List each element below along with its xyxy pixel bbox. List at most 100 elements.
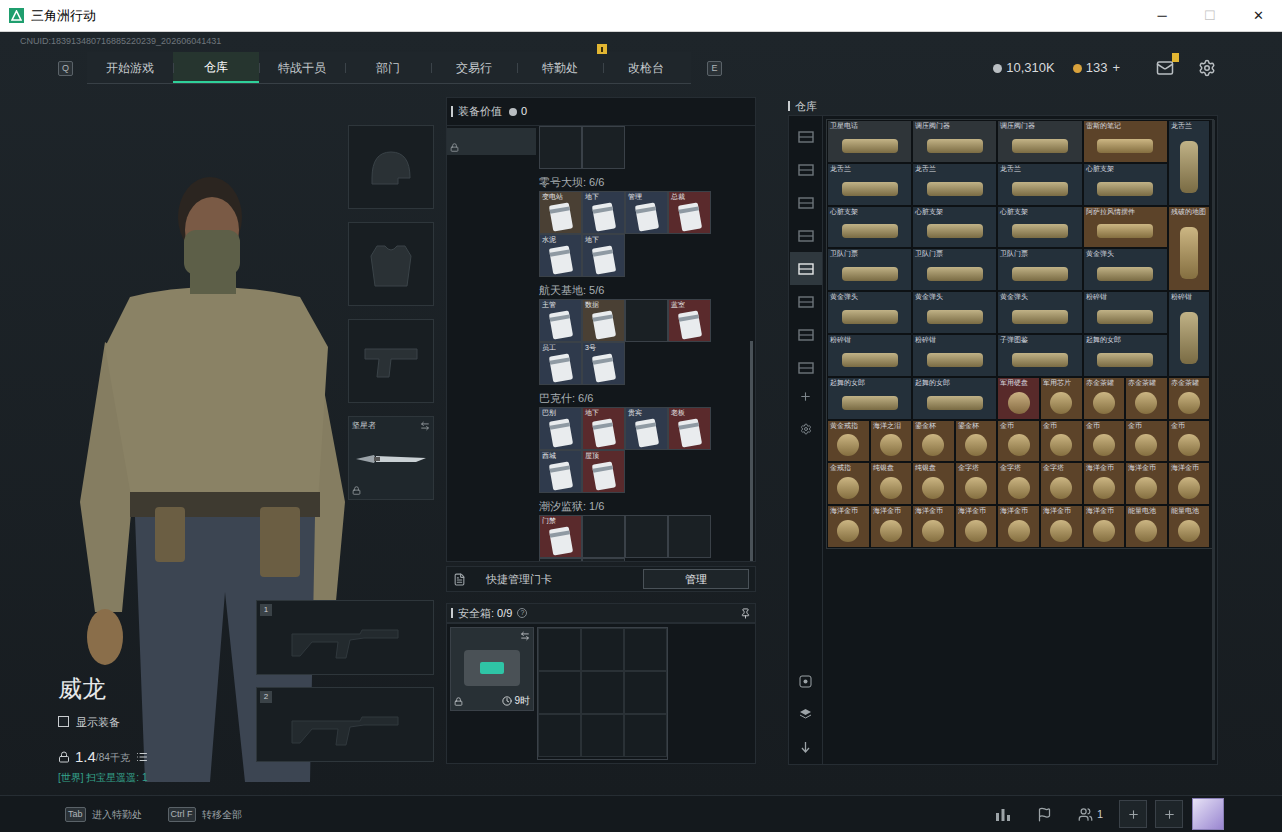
warehouse-item[interactable]: 黄金弹头 [997, 291, 1082, 334]
warehouse-item[interactable]: 心脏支架 [1083, 163, 1168, 206]
warehouse-item[interactable]: 海洋金币 [870, 505, 913, 548]
safebox-slot[interactable] [538, 628, 581, 671]
nav-tab[interactable]: 部门 [345, 52, 431, 83]
nav-tab[interactable]: 开始游戏 [87, 52, 173, 83]
transfer-icon[interactable] [799, 741, 812, 754]
warehouse-item[interactable]: 黄金弹头 [1083, 248, 1168, 291]
warehouse-tab[interactable] [790, 186, 822, 219]
keycard-slot[interactable] [539, 558, 582, 561]
equipment-slot[interactable] [348, 222, 434, 306]
warehouse-item[interactable]: 雷斯的笔记 [1083, 120, 1168, 163]
invite-slot[interactable] [1155, 800, 1183, 828]
invite-slot[interactable] [1119, 800, 1147, 828]
sort-icon[interactable] [799, 675, 812, 688]
warehouse-item[interactable]: 鎏金杯 [955, 420, 998, 463]
warehouse-item[interactable]: 金币 [1125, 420, 1168, 463]
safebox-slot[interactable] [581, 628, 624, 671]
keycard-slot[interactable]: 老板 [668, 407, 711, 450]
keycard-slot[interactable]: 主管 [539, 299, 582, 342]
warehouse-item[interactable]: 金字塔 [1040, 462, 1083, 505]
warehouse-item[interactable]: 能量电池 [1125, 505, 1168, 548]
window-control[interactable]: ☐ [1186, 0, 1234, 31]
warehouse-item[interactable]: 军用硬盘 [997, 377, 1040, 420]
warehouse-item[interactable]: 海洋之泪 [870, 420, 913, 463]
warehouse-item[interactable]: 起舞的女郎 [1083, 334, 1168, 377]
keycard-slot[interactable]: 管理 [625, 191, 668, 234]
warehouse-item[interactable]: 海洋金币 [1168, 462, 1211, 505]
warehouse-item[interactable]: 起舞的女郎 [912, 377, 997, 420]
pin-icon[interactable] [740, 608, 751, 619]
keycard-slot[interactable]: 地下 [582, 407, 625, 450]
warehouse-item[interactable]: 海洋金币 [1083, 505, 1126, 548]
warehouse-tab[interactable] [790, 285, 822, 318]
weapon-slot[interactable]: 2 [256, 687, 434, 762]
nav-tab[interactable]: 改枪台 [603, 52, 689, 83]
warehouse-item[interactable]: 残破的地图 [1168, 206, 1211, 292]
warehouse-item[interactable]: 龙舌兰 [997, 163, 1082, 206]
keycard-slot[interactable]: 蓝室 [668, 299, 711, 342]
show-equipment-checkbox[interactable]: 显示装备 [58, 714, 256, 731]
keycard-slot[interactable] [582, 515, 625, 558]
warehouse-scrollbar[interactable] [1212, 120, 1215, 760]
safebox-slot[interactable] [581, 714, 624, 757]
layers-icon[interactable] [799, 708, 812, 721]
warehouse-item[interactable]: 粉碎钳 [1168, 291, 1211, 377]
keycard-slot[interactable]: 巴别 [539, 407, 582, 450]
warehouse-tab[interactable] [790, 219, 822, 252]
equipment-slot[interactable] [348, 319, 434, 403]
safebox-slot[interactable] [538, 671, 581, 714]
weapon-slot[interactable]: 1 [256, 600, 434, 675]
warehouse-item[interactable]: 起舞的女郎 [827, 377, 912, 420]
equipment-slot[interactable] [348, 125, 434, 209]
warehouse-tab[interactable] [790, 252, 822, 285]
safebox-slot[interactable] [624, 628, 667, 671]
warehouse-item[interactable]: 海洋金币 [955, 505, 998, 548]
warehouse-item[interactable]: 金币 [1040, 420, 1083, 463]
nav-tab[interactable]: 仓库 [173, 52, 259, 83]
warehouse-item[interactable]: 卫队门票 [997, 248, 1082, 291]
keycard-list[interactable]: 零号大坝: 6/6变电站地下管理总裁水泥地下航天基地: 5/6主管数据蓝室员工3… [536, 126, 755, 561]
warehouse-item[interactable]: 调压阀门器 [997, 120, 1082, 163]
warehouse-item[interactable]: 心脏支架 [912, 206, 997, 249]
keycard-slot[interactable]: 3号 [582, 342, 625, 385]
keycard-slot[interactable] [582, 558, 625, 561]
warehouse-item[interactable]: 子弹图鉴 [997, 334, 1082, 377]
warehouse-item[interactable]: 黄金戒指 [827, 420, 870, 463]
safebox-slot[interactable] [581, 671, 624, 714]
warehouse-tab[interactable] [790, 318, 822, 351]
keycard-slot[interactable]: 水泥 [539, 234, 582, 277]
settings-icon[interactable] [1198, 59, 1216, 77]
nav-tab[interactable]: 特战干员 [259, 52, 345, 83]
swap-icon[interactable] [420, 421, 430, 431]
list-icon[interactable] [136, 751, 148, 763]
warehouse-item[interactable]: 粉碎钳 [912, 334, 997, 377]
nav-tab[interactable]: 特勤处 [517, 52, 603, 83]
warehouse-item[interactable]: 调压阀门器 [912, 120, 997, 163]
manage-button[interactable]: 管理 [643, 569, 749, 589]
warehouse-tab[interactable] [790, 120, 822, 153]
keycard-slot[interactable]: 地下 [582, 191, 625, 234]
window-control[interactable]: ─ [1138, 0, 1186, 31]
tab-settings-icon[interactable] [800, 423, 812, 435]
key-hint-action[interactable]: Tab进入特勤处 [65, 807, 142, 822]
warehouse-item[interactable]: 粉碎钳 [1083, 291, 1168, 334]
warehouse-item[interactable]: 赤金茶罐 [1083, 377, 1126, 420]
safebox-slot[interactable] [624, 671, 667, 714]
help-button[interactable]: ? [517, 608, 527, 618]
warehouse-item[interactable]: 金字塔 [997, 462, 1040, 505]
currency[interactable]: 133+ [1073, 58, 1120, 78]
warehouse-item[interactable]: 金戒指 [827, 462, 870, 505]
keycard-slot[interactable]: 员工 [539, 342, 582, 385]
warehouse-item[interactable]: 黄金弹头 [827, 291, 912, 334]
warehouse-item[interactable]: 龙舌兰 [912, 163, 997, 206]
warehouse-item[interactable]: 海洋金币 [912, 505, 955, 548]
stats-icon[interactable] [995, 807, 1011, 821]
keycard-holder[interactable] [447, 128, 536, 155]
warehouse-item[interactable]: 海洋金币 [1040, 505, 1083, 548]
warehouse-tab[interactable] [790, 351, 822, 384]
warehouse-item[interactable]: 龙舌兰 [1168, 120, 1211, 206]
warehouse-item[interactable]: 纯银盘 [912, 462, 955, 505]
warehouse-item[interactable]: 金币 [1168, 420, 1211, 463]
equipment-slot[interactable]: 坚星者 [348, 416, 434, 500]
warehouse-item[interactable]: 海洋金币 [827, 505, 870, 548]
